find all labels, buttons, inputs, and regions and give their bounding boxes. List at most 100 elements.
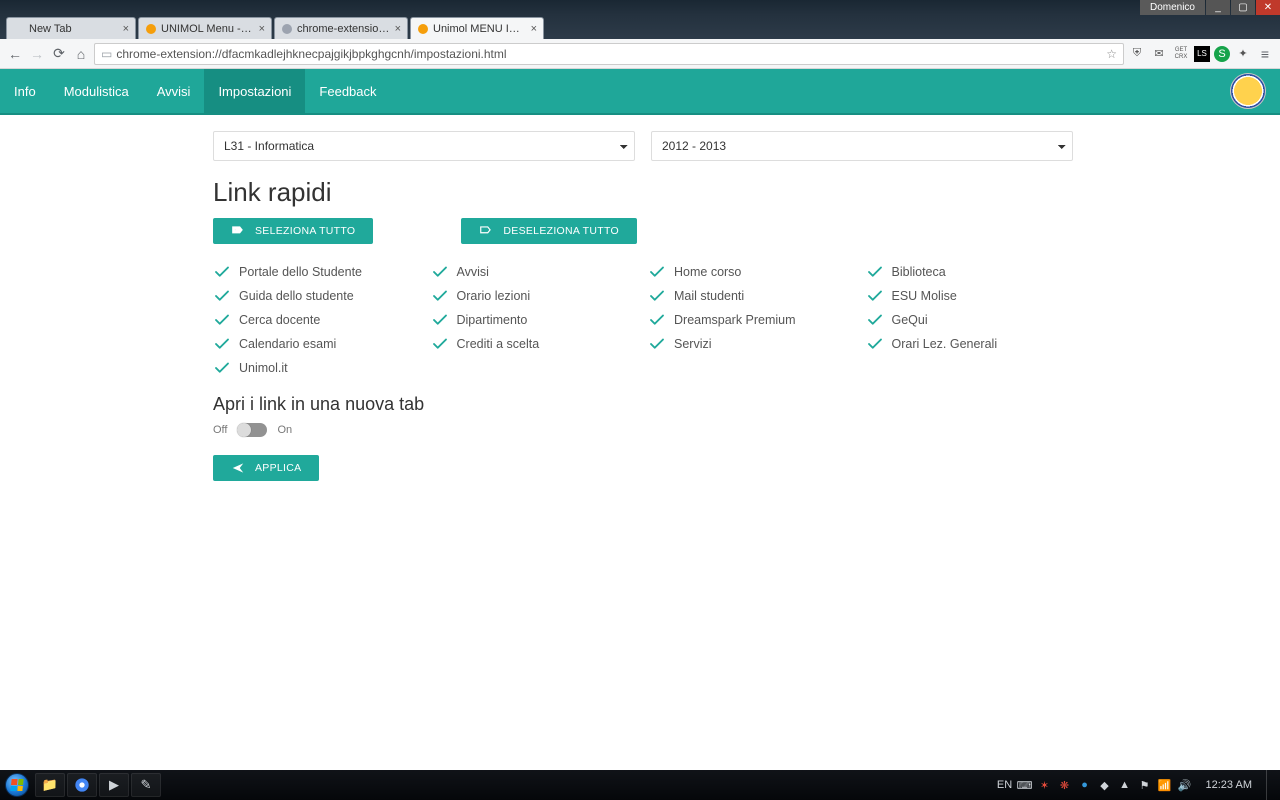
check-icon xyxy=(648,311,666,329)
year-select[interactable]: 2012 - 2013 xyxy=(651,131,1073,161)
ext-s-icon[interactable]: S xyxy=(1214,46,1230,62)
tray-icon[interactable]: ◆ xyxy=(1098,778,1112,792)
check-icon xyxy=(213,287,231,305)
tray-icon[interactable]: ❋ xyxy=(1058,778,1072,792)
quick-link-item[interactable]: Unimol.it xyxy=(213,356,421,380)
window-titlebar: Domenico _ ▢ ✕ xyxy=(0,0,1280,15)
quick-link-item[interactable]: Home corso xyxy=(648,260,856,284)
taskbar-app-icon[interactable]: ✎ xyxy=(131,773,161,797)
send-icon xyxy=(231,461,245,475)
taskbar-explorer-icon[interactable]: 📁 xyxy=(35,773,65,797)
check-icon xyxy=(431,311,449,329)
home-button[interactable]: ⌂ xyxy=(72,45,90,63)
check-icon xyxy=(213,263,231,281)
ext-getcrx-icon[interactable]: GET CRX xyxy=(1172,45,1190,63)
quick-link-item[interactable]: Servizi xyxy=(648,332,856,356)
window-user: Domenico xyxy=(1140,0,1205,15)
browser-tab[interactable]: New Tab × xyxy=(6,17,136,39)
page-header: Info Modulistica Avvisi Impostazioni Fee… xyxy=(0,69,1280,115)
links-col-4: BibliotecaESU Molise GeQui Orari Lez. Gene… xyxy=(866,260,1074,380)
browser-menu-button[interactable]: ≡ xyxy=(1256,45,1274,63)
address-text: chrome-extension://dfacmkadlejhknecpajgi… xyxy=(116,47,506,61)
quick-link-item[interactable]: Portale dello Studente xyxy=(213,260,421,284)
quick-link-label: Crediti a scelta xyxy=(457,337,540,351)
check-icon xyxy=(431,263,449,281)
bookmark-star-icon[interactable]: ☆ xyxy=(1106,47,1117,61)
new-tab-toggle[interactable] xyxy=(237,423,267,437)
nav-info[interactable]: Info xyxy=(0,69,50,113)
quick-link-item[interactable]: GeQui xyxy=(866,308,1074,332)
taskbar-app-icon[interactable]: ▶ xyxy=(99,773,129,797)
tray-volume-icon[interactable]: 🔊 xyxy=(1178,778,1192,792)
nav-impostazioni[interactable]: Impostazioni xyxy=(204,69,305,113)
tab-close-icon[interactable]: × xyxy=(531,23,537,35)
button-label: Deseleziona tutto xyxy=(503,225,619,237)
reload-button[interactable]: ⟳ xyxy=(50,45,68,63)
show-desktop-button[interactable] xyxy=(1266,770,1274,800)
start-button[interactable] xyxy=(0,770,34,800)
quick-link-item[interactable]: Guida dello studente xyxy=(213,284,421,308)
nav-avvisi[interactable]: Avvisi xyxy=(143,69,205,113)
tray-icon[interactable]: ▲ xyxy=(1118,778,1132,792)
favicon-icon xyxy=(281,23,293,35)
browser-tab[interactable]: chrome-extension://dfac… × xyxy=(274,17,408,39)
course-select[interactable]: L31 - Informatica xyxy=(213,131,635,161)
check-icon xyxy=(431,335,449,353)
system-tray: EN ⌨ ✶ ❋ ● ◆ ▲ ⚑ 📶 🔊 12:23 AM xyxy=(992,770,1280,800)
quick-link-item[interactable]: Calendario esami xyxy=(213,332,421,356)
window-close-button[interactable]: ✕ xyxy=(1256,0,1280,15)
links-col-1: Portale dello Studente Guida dello studen… xyxy=(213,260,421,380)
tray-flag-icon[interactable]: ⚑ xyxy=(1138,778,1152,792)
quick-link-item[interactable]: Dipartimento xyxy=(431,308,639,332)
ext-misc-icon[interactable]: ✦ xyxy=(1234,45,1252,63)
browser-tab-active[interactable]: Unimol MENU Impostazio × xyxy=(410,17,544,39)
tray-icon[interactable]: ● xyxy=(1078,778,1092,792)
favicon-icon xyxy=(417,23,429,35)
quick-link-item[interactable]: Mail studenti xyxy=(648,284,856,308)
quick-link-item[interactable]: Biblioteca xyxy=(866,260,1074,284)
tray-keyboard-icon[interactable]: ⌨ xyxy=(1018,778,1032,792)
quick-link-item[interactable]: Orari Lez. Generali xyxy=(866,332,1074,356)
window-minimize-button[interactable]: _ xyxy=(1206,0,1230,15)
nav-modulistica[interactable]: Modulistica xyxy=(50,69,143,113)
deselect-all-button[interactable]: Deseleziona tutto xyxy=(461,218,637,244)
check-icon xyxy=(648,263,666,281)
quick-link-label: Orari Lez. Generali xyxy=(892,337,998,351)
tray-icon[interactable]: ✶ xyxy=(1038,778,1052,792)
tray-network-icon[interactable]: 📶 xyxy=(1158,778,1172,792)
ext-mail-icon[interactable]: ✉ xyxy=(1150,45,1168,63)
quick-link-item[interactable]: Orario lezioni xyxy=(431,284,639,308)
check-icon xyxy=(866,311,884,329)
browser-tab[interactable]: UNIMOL Menu - Modifica × xyxy=(138,17,272,39)
back-button[interactable]: ← xyxy=(6,45,24,63)
quick-link-item[interactable]: Cerca docente xyxy=(213,308,421,332)
address-bar[interactable]: ▭ chrome-extension://dfacmkadlejhknecpaj… xyxy=(94,43,1124,65)
taskbar-chrome-icon[interactable] xyxy=(67,773,97,797)
forward-button[interactable]: → xyxy=(28,45,46,63)
tray-lang[interactable]: EN xyxy=(998,778,1012,792)
quick-link-item[interactable]: Crediti a scelta xyxy=(431,332,639,356)
quick-link-item[interactable]: Dreamspark Premium xyxy=(648,308,856,332)
tab-close-icon[interactable]: × xyxy=(259,23,265,35)
links-col-3: Home corso Mail studenti Dreamspark Premiu… xyxy=(648,260,856,380)
select-all-button[interactable]: Seleziona tutto xyxy=(213,218,373,244)
check-icon xyxy=(213,359,231,377)
quick-link-label: GeQui xyxy=(892,313,928,327)
tray-clock[interactable]: 12:23 AM xyxy=(1198,779,1260,791)
tab-close-icon[interactable]: × xyxy=(395,23,401,35)
tab-title: New Tab xyxy=(29,23,119,35)
quick-link-label: Home corso xyxy=(674,265,741,279)
nav-feedback[interactable]: Feedback xyxy=(305,69,390,113)
ext-ls-icon[interactable]: LS xyxy=(1194,46,1210,62)
quick-link-label: Mail studenti xyxy=(674,289,744,303)
ext-shield-icon[interactable]: ⛨ xyxy=(1128,45,1146,63)
toggle-off-label: Off xyxy=(213,424,227,436)
quick-link-item[interactable]: ESU Molise xyxy=(866,284,1074,308)
apply-button[interactable]: Applica xyxy=(213,455,319,481)
quick-link-item[interactable]: Avvisi xyxy=(431,260,639,284)
tab-close-icon[interactable]: × xyxy=(123,23,129,35)
quick-link-label: Portale dello Studente xyxy=(239,265,362,279)
link-rapidi-heading: Link rapidi xyxy=(213,177,1073,208)
window-maximize-button[interactable]: ▢ xyxy=(1231,0,1255,15)
tab-title: chrome-extension://dfac… xyxy=(297,23,391,35)
